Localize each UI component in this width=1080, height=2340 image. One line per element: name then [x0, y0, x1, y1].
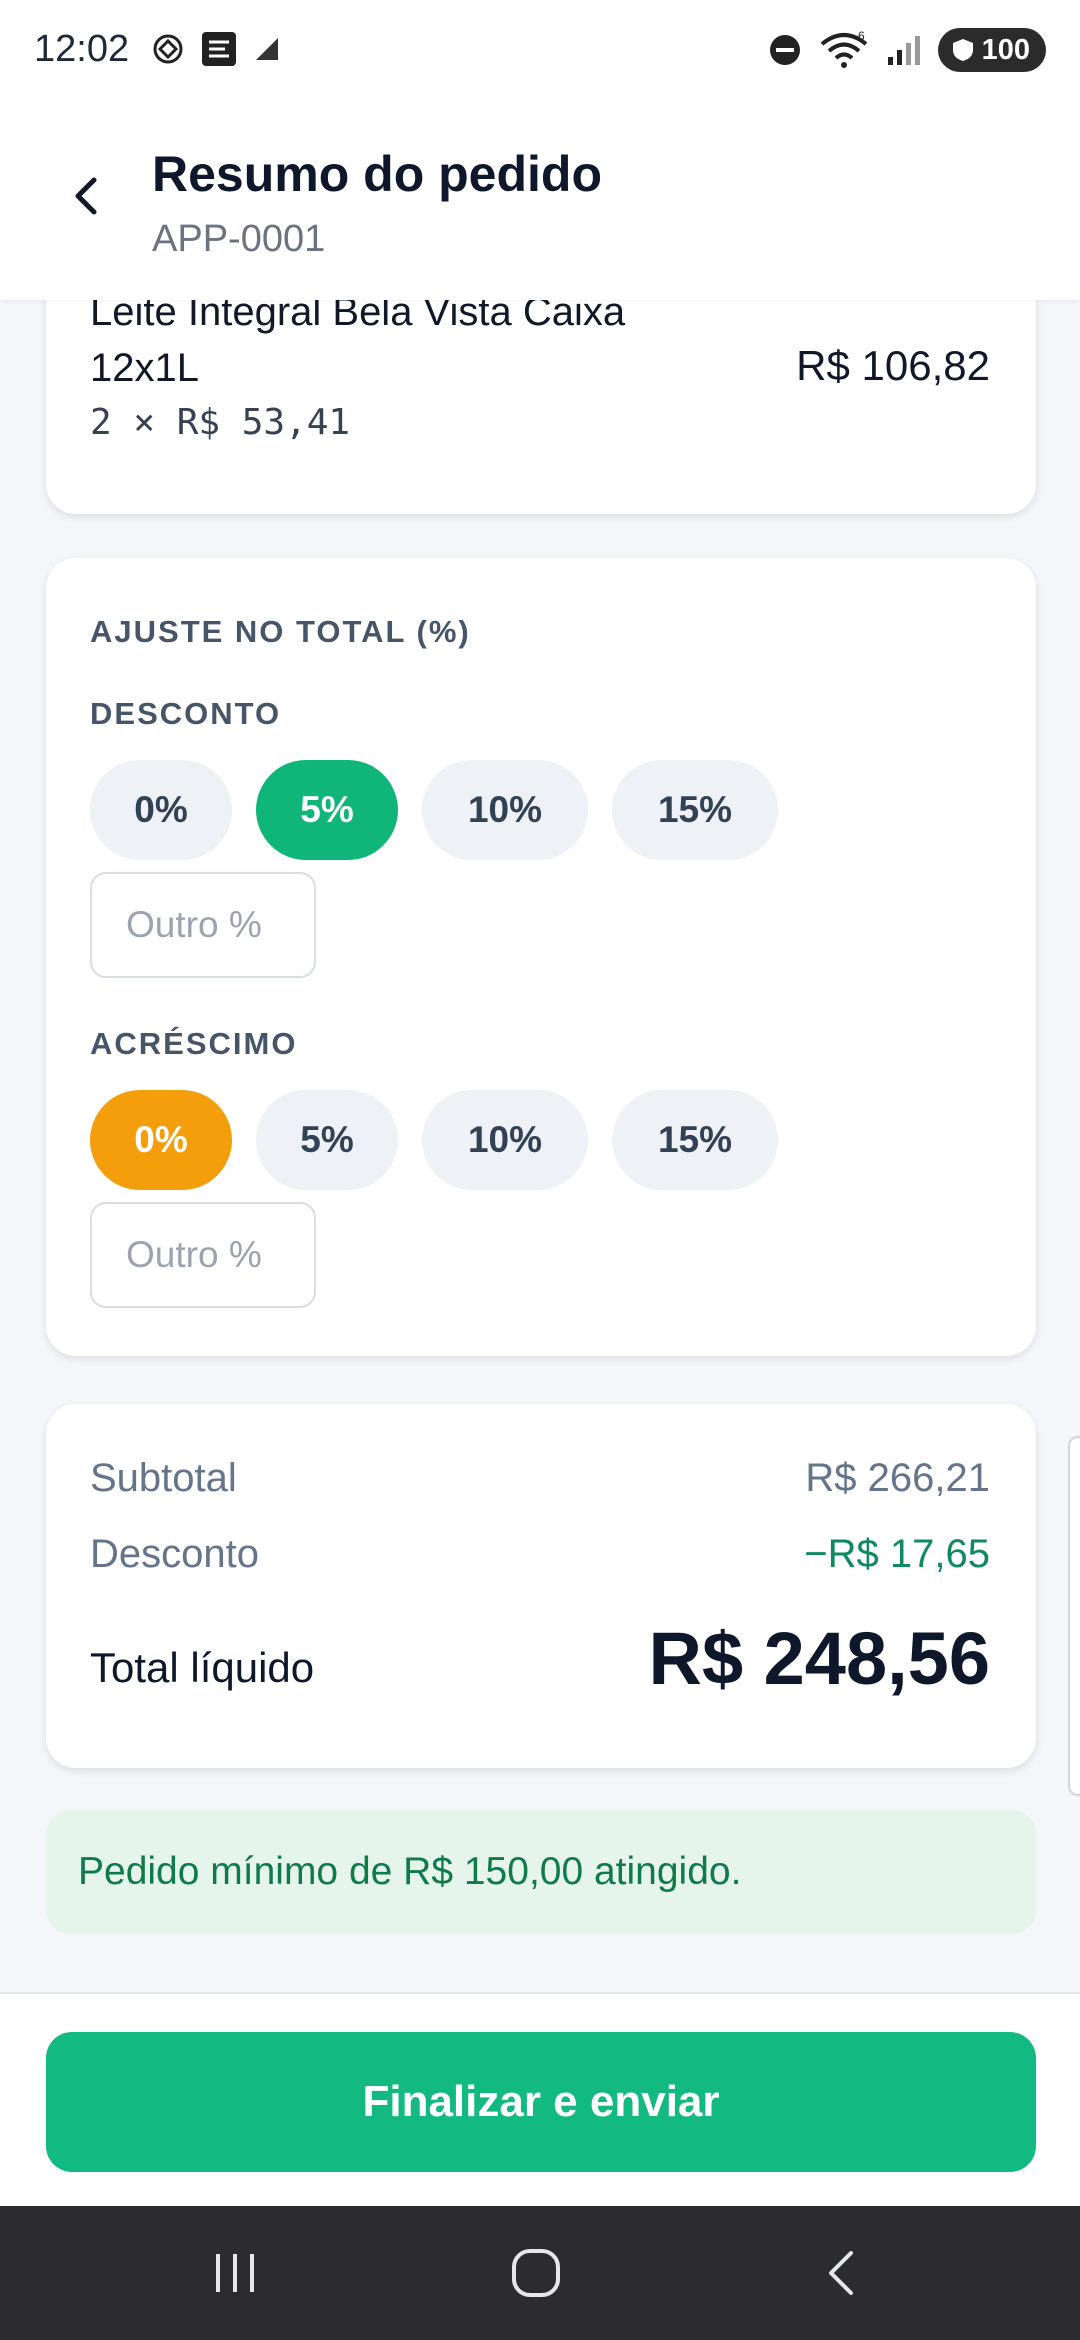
item-price: R$ 106,82 [796, 342, 990, 389]
chevron-left-icon[interactable] [60, 168, 116, 224]
page-title: Resumo do pedido [152, 146, 602, 202]
order-item-card: Leite Integral Bela Vista Caixa 12x1L 2 … [46, 300, 1036, 514]
adjust-card: AJUSTE NO TOTAL (%) DESCONTO 0% 5% 10% 1… [46, 558, 1036, 1356]
adjust-title: AJUSTE NO TOTAL (%) [90, 614, 471, 649]
signal-app-icon [256, 38, 278, 60]
bottom-action-bar: Finalizar e enviar [0, 1992, 1080, 2206]
surcharge-chip-5[interactable]: 5% [256, 1090, 398, 1190]
minimum-order-notice: Pedido mínimo de R$ 150,00 atingido. [46, 1810, 1036, 1934]
discount-label: DESCONTO [90, 696, 282, 731]
status-bar: 12:02 6 100 [0, 0, 1080, 100]
discount-chip-15[interactable]: 15% [612, 760, 778, 860]
home-icon[interactable] [491, 2236, 581, 2310]
item-quantity: 2 × R$ 53,41 [90, 402, 351, 443]
item-name-line1: Leite Integral Bela Vista Caixa [90, 300, 626, 334]
screen: 12:02 6 100 Resumo do pedido APP-0001 Le… [0, 0, 1080, 2340]
edge-panel-handle[interactable] [1068, 1436, 1080, 1796]
battery-level: 100 [981, 33, 1030, 66]
net-total-label: Total líquido [90, 1644, 315, 1691]
surcharge-chip-15[interactable]: 15% [612, 1090, 778, 1190]
order-summary-content[interactable]: Leite Integral Bela Vista Caixa 12x1L 2 … [0, 300, 1080, 1992]
totals-card: Subtotal R$ 266,21 Desconto −R$ 17,65 To… [46, 1404, 1036, 1768]
status-left-icons [150, 30, 282, 68]
openai-icon [153, 34, 183, 64]
subtotal-label: Subtotal [90, 1456, 237, 1500]
discount-chip-10[interactable]: 10% [422, 760, 588, 860]
finalize-button[interactable]: Finalizar e enviar [46, 2032, 1036, 2172]
svg-text:6: 6 [858, 30, 865, 43]
battery-shield-icon [952, 39, 973, 61]
discount-row-label: Desconto [90, 1532, 259, 1576]
wifi-icon: 6 [820, 30, 867, 68]
discount-other-input[interactable]: Outro % [90, 872, 316, 978]
status-time: 12:02 [34, 28, 130, 70]
discount-chips: 0% 5% 10% 15% [90, 760, 990, 860]
app-icon [202, 32, 236, 66]
discount-chip-5[interactable]: 5% [256, 760, 398, 860]
surcharge-chips: 0% 5% 10% 15% [90, 1090, 990, 1190]
back-icon[interactable] [796, 2236, 886, 2310]
recent-apps-icon[interactable] [190, 2236, 280, 2310]
subtotal-value: R$ 266,21 [805, 1456, 990, 1500]
status-right-icons: 6 100 [768, 28, 1046, 72]
battery-indicator: 100 [937, 28, 1046, 72]
order-id: APP-0001 [152, 218, 326, 260]
surcharge-other-input[interactable]: Outro % [90, 1202, 316, 1308]
surcharge-label: ACRÉSCIMO [90, 1026, 298, 1061]
system-nav-bar [0, 2206, 1080, 2340]
dnd-icon [769, 35, 800, 65]
surcharge-chip-10[interactable]: 10% [422, 1090, 588, 1190]
discount-row-value: −R$ 17,65 [804, 1532, 990, 1576]
app-header: Resumo do pedido APP-0001 [0, 100, 1080, 300]
cell-signal-icon [887, 36, 920, 65]
net-total-value: R$ 248,56 [648, 1617, 991, 1700]
discount-chip-0[interactable]: 0% [90, 760, 232, 860]
surcharge-chip-0[interactable]: 0% [90, 1090, 232, 1190]
item-name: Leite Integral Bela Vista Caixa 12x1L [90, 300, 730, 396]
item-name-line2: 12x1L [90, 346, 199, 390]
